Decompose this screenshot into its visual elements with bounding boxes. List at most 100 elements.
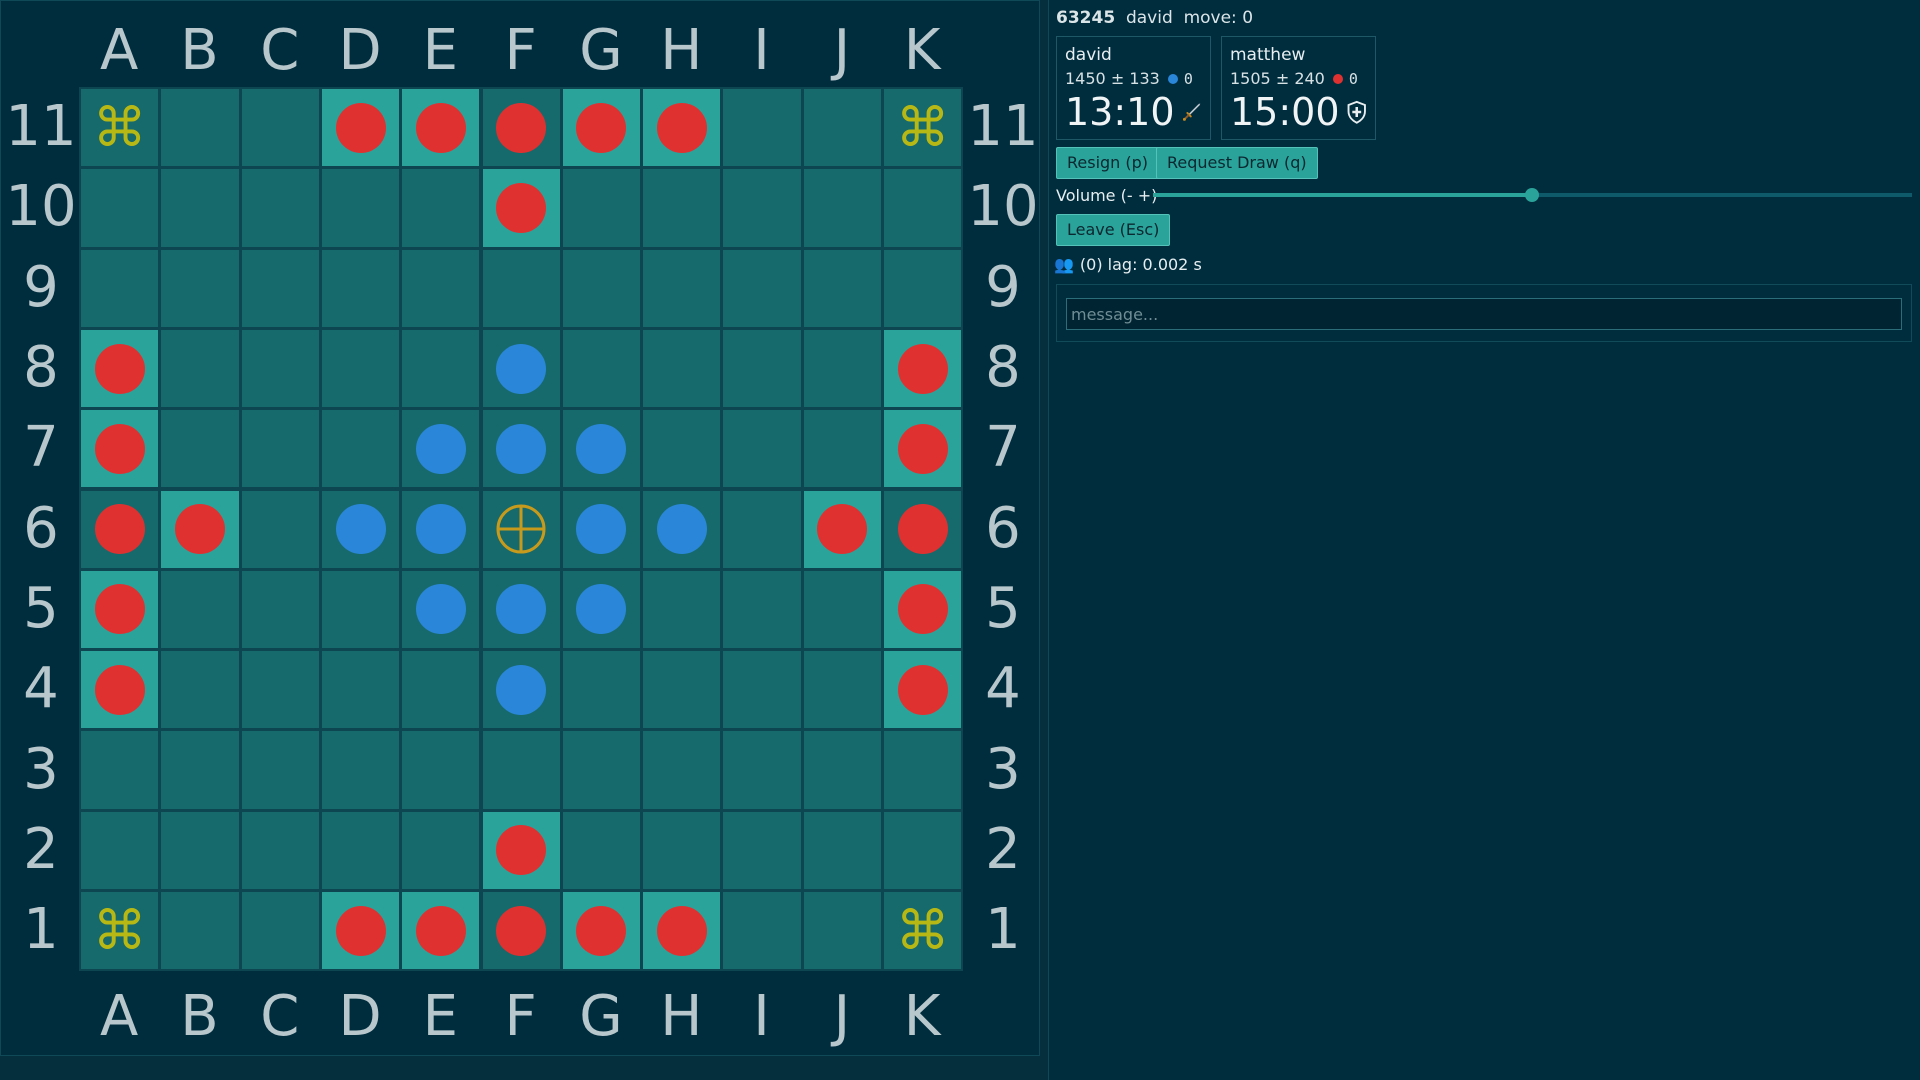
red-piece[interactable] [656,102,707,153]
square-c10[interactable] [239,167,321,249]
square-e9[interactable] [400,247,482,329]
square-h7[interactable] [641,408,723,490]
square-c5[interactable] [239,568,321,651]
square-h3[interactable] [641,729,723,811]
blue-piece[interactable] [496,423,547,474]
square-j1[interactable] [801,890,883,972]
square-b8[interactable] [159,327,241,410]
red-piece[interactable] [897,584,948,635]
square-k11[interactable]: ⌘ [882,87,964,169]
square-f1[interactable] [480,890,562,972]
square-f2[interactable] [480,809,562,891]
square-b7[interactable] [159,408,241,490]
blue-piece[interactable] [415,423,466,474]
square-j6[interactable] [801,488,883,570]
square-g10[interactable] [560,167,643,249]
square-d11[interactable] [319,87,402,169]
square-j3[interactable] [801,729,883,811]
square-i6[interactable] [721,488,803,570]
square-f4[interactable] [480,649,562,731]
square-c4[interactable] [239,649,321,731]
red-piece[interactable] [496,825,547,876]
square-f7[interactable] [480,408,562,490]
square-a7[interactable] [79,408,161,490]
square-j2[interactable] [801,809,883,891]
square-b1[interactable] [159,890,241,972]
square-h5[interactable] [641,568,723,651]
square-d6[interactable] [319,488,402,570]
square-a1[interactable]: ⌘ [79,890,161,972]
red-piece[interactable] [415,102,466,153]
square-a9[interactable] [79,247,161,329]
square-a6[interactable] [79,488,161,570]
square-g6[interactable] [560,488,643,570]
square-f6[interactable] [480,488,562,570]
leave-button[interactable]: Leave (Esc) [1056,214,1171,246]
square-k1[interactable]: ⌘ [882,890,964,972]
square-c1[interactable] [239,890,321,972]
blue-piece[interactable] [335,504,386,555]
square-d9[interactable] [319,247,402,329]
square-h10[interactable] [641,167,723,249]
square-k3[interactable] [882,729,964,811]
square-e7[interactable] [400,408,482,490]
square-h9[interactable] [641,247,723,329]
red-piece[interactable] [496,102,547,153]
square-g9[interactable] [560,247,643,329]
blue-piece[interactable] [576,504,627,555]
square-h2[interactable] [641,809,723,891]
square-d3[interactable] [319,729,402,811]
square-a10[interactable] [79,167,161,249]
square-b4[interactable] [159,649,241,731]
square-d8[interactable] [319,327,402,410]
square-e2[interactable] [400,809,482,891]
square-b9[interactable] [159,247,241,329]
red-piece[interactable] [94,423,145,474]
square-b10[interactable] [159,167,241,249]
red-piece[interactable] [496,905,547,956]
square-j8[interactable] [801,327,883,410]
square-d7[interactable] [319,408,402,490]
square-f8[interactable] [480,327,562,410]
square-g7[interactable] [560,408,643,490]
square-i4[interactable] [721,649,803,731]
red-piece[interactable] [415,905,466,956]
square-a4[interactable] [79,649,161,731]
square-j4[interactable] [801,649,883,731]
square-g3[interactable] [560,729,643,811]
square-k4[interactable] [882,649,964,731]
blue-piece[interactable] [496,664,547,715]
square-a8[interactable] [79,327,161,410]
red-piece[interactable] [94,584,145,635]
square-g1[interactable] [560,890,643,972]
square-j10[interactable] [801,167,883,249]
blue-piece[interactable] [656,504,707,555]
square-d4[interactable] [319,649,402,731]
square-d2[interactable] [319,809,402,891]
square-k6[interactable] [882,488,964,570]
square-h8[interactable] [641,327,723,410]
square-i11[interactable] [721,87,803,169]
blue-piece[interactable] [576,423,627,474]
red-piece[interactable] [94,664,145,715]
square-i10[interactable] [721,167,803,249]
square-i1[interactable] [721,890,803,972]
red-piece[interactable] [174,504,225,555]
square-f10[interactable] [480,167,562,249]
red-piece[interactable] [897,343,948,394]
square-e1[interactable] [400,890,482,972]
resign-button[interactable]: Resign (p) [1056,147,1160,179]
red-piece[interactable] [897,423,948,474]
red-piece[interactable] [656,905,707,956]
square-e5[interactable] [400,568,482,651]
square-j7[interactable] [801,408,883,490]
blue-piece[interactable] [496,343,547,394]
blue-piece[interactable] [496,584,547,635]
square-f11[interactable] [480,87,562,169]
square-j5[interactable] [801,568,883,651]
chat-message-input[interactable] [1066,298,1902,330]
square-g2[interactable] [560,809,643,891]
square-f9[interactable] [480,247,562,329]
square-e8[interactable] [400,327,482,410]
square-a5[interactable] [79,568,161,651]
